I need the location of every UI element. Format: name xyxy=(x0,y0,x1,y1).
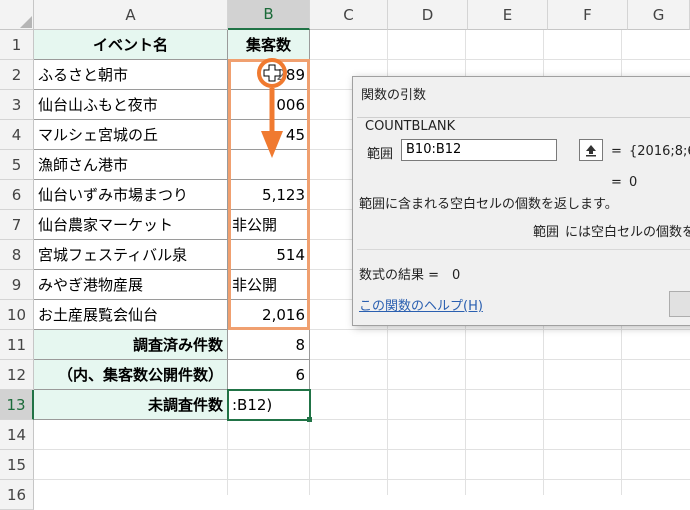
range-input[interactable]: B10:B12 xyxy=(401,139,557,161)
gridline xyxy=(227,420,228,495)
summary-label-public[interactable]: （内、集客数公開件数） xyxy=(34,360,228,390)
active-cell-border xyxy=(227,389,311,421)
row-header-3[interactable]: 3 xyxy=(0,90,34,120)
table-row-name[interactable]: ふるさと朝市 xyxy=(34,60,228,90)
table-row-name[interactable]: お土産展覧会仙台 xyxy=(34,300,228,330)
fill-handle[interactable] xyxy=(307,417,312,422)
row-header-1[interactable]: 1 xyxy=(0,30,34,60)
table-row-name[interactable]: マルシェ宮城の丘 xyxy=(34,120,228,150)
divider xyxy=(357,249,690,250)
row-header-5[interactable]: 5 xyxy=(0,150,34,180)
collapse-dialog-button[interactable] xyxy=(579,139,603,161)
function-result-preview: 0 xyxy=(629,175,638,190)
table-row-name[interactable]: 仙台農家マーケット xyxy=(34,210,228,240)
row-header-2[interactable]: 2 xyxy=(0,60,34,90)
arg-label: 範囲 xyxy=(367,147,394,162)
row-header-9[interactable]: 9 xyxy=(0,270,34,300)
table-row-name[interactable]: 仙台いずみ市場まつり xyxy=(34,180,228,210)
function-arguments-dialog: 関数の引数 COUNTBLANK 範囲 B10:B12 = {2016;8;6}… xyxy=(352,76,690,326)
function-help-link[interactable]: この関数のヘルプ(H) xyxy=(359,295,483,314)
function-description: 範囲に含まれる空白セルの個数を返します。 xyxy=(359,197,618,212)
summary-value-surveyed[interactable]: 8 xyxy=(228,330,310,360)
row-header-16[interactable]: 16 xyxy=(0,480,34,510)
arg-desc-text: には空白セルの個数を求め xyxy=(565,225,690,240)
row-header-15[interactable]: 15 xyxy=(0,450,34,480)
table-row-name[interactable]: 宮城フェスティバル泉 xyxy=(34,240,228,270)
table-row-name[interactable]: みやぎ港物産展 xyxy=(34,270,228,300)
row-header-8[interactable]: 8 xyxy=(0,240,34,270)
summary-value-public[interactable]: 6 xyxy=(228,360,310,390)
row-header-13[interactable]: 13 xyxy=(0,390,34,420)
row-header-11[interactable]: 11 xyxy=(0,330,34,360)
row-header-14[interactable]: 14 xyxy=(0,420,34,450)
dialog-title: 関数の引数 xyxy=(361,88,427,103)
column-header-e[interactable]: E xyxy=(468,0,548,30)
ok-button[interactable] xyxy=(669,291,690,317)
table-row-name[interactable]: 漁師さん港市 xyxy=(34,150,228,180)
row-header-7[interactable]: 7 xyxy=(0,210,34,240)
equals-sign: = xyxy=(611,175,622,190)
row-header-6[interactable]: 6 xyxy=(0,180,34,210)
summary-label-unsurveyed[interactable]: 未調査件数 xyxy=(34,390,228,420)
table-header-name[interactable]: イベント名 xyxy=(34,30,228,60)
function-name: COUNTBLANK xyxy=(365,119,456,134)
table-row-name[interactable]: 仙台山ふもと夜市 xyxy=(34,90,228,120)
column-header-d[interactable]: D xyxy=(388,0,468,30)
corner-triangle-icon xyxy=(20,16,32,28)
column-header-f[interactable]: F xyxy=(548,0,628,30)
cross-cursor-icon xyxy=(263,64,281,82)
empty-grid-area-ab[interactable] xyxy=(34,420,310,495)
equals-sign: = xyxy=(611,144,622,159)
arg-desc-label: 範囲 xyxy=(533,225,560,240)
row-header-12[interactable]: 12 xyxy=(0,360,34,390)
column-header-c[interactable]: C xyxy=(310,0,388,30)
column-header-a[interactable]: A xyxy=(34,0,228,30)
collapse-arrow-icon xyxy=(586,145,596,157)
summary-label-surveyed[interactable]: 調査済み件数 xyxy=(34,330,228,360)
column-header-g[interactable]: G xyxy=(628,0,690,30)
formula-result: 数式の結果 = 0 xyxy=(359,268,461,283)
row-header-4[interactable]: 4 xyxy=(0,120,34,150)
column-header-b[interactable]: B xyxy=(228,0,310,30)
arg-result: {2016;8;6} xyxy=(629,144,690,159)
row-header-10[interactable]: 10 xyxy=(0,300,34,330)
